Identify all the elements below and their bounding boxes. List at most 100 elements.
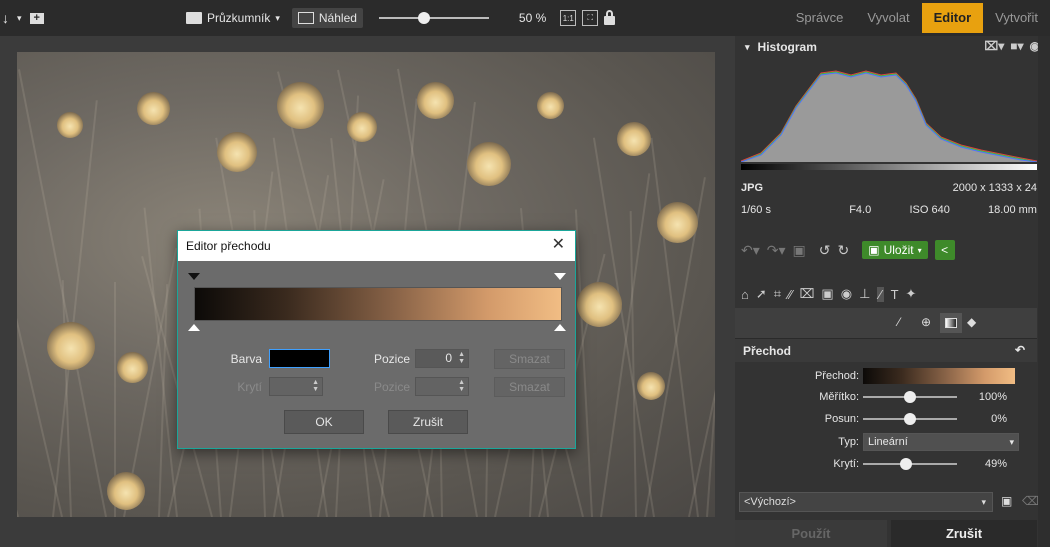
redo-icon[interactable]: ↷▾ (767, 242, 786, 259)
close-icon[interactable]: ✕ (552, 237, 565, 253)
gradient-swatch[interactable] (863, 368, 1015, 384)
position2-stepper[interactable]: ▲ ▼ (415, 377, 469, 396)
stepper-arrows-icon[interactable]: ▲ ▼ (312, 379, 319, 393)
cancel-button[interactable]: Zrušit (388, 410, 468, 434)
mask-icon[interactable]: ■▾ (1010, 39, 1023, 53)
chevron-down-icon: ▾ (275, 12, 280, 23)
eye-icon[interactable]: ◉ (841, 286, 852, 302)
perspective-icon[interactable]: ⁄⁄ (788, 287, 792, 302)
crop-display-icon[interactable]: ⌧▾ (984, 39, 1004, 53)
type-row: Typ: Lineární ▾ (735, 432, 1037, 452)
stepper-arrows-icon[interactable]: ▲ ▼ (458, 351, 465, 365)
position-stepper[interactable]: 0 ▲ ▼ (415, 349, 469, 368)
tab-editor[interactable]: Editor (921, 3, 984, 33)
import-arrow-icon[interactable]: ↓ (2, 10, 9, 26)
tab-vyvolat[interactable]: Vyvolat (855, 0, 921, 36)
thistle-flower (117, 352, 148, 383)
dropdown-arrow-icon[interactable]: ▾ (17, 13, 22, 24)
rotate-left-icon[interactable]: ↺ (819, 242, 831, 259)
actual-size-icon[interactable]: 1:1 (560, 10, 577, 26)
gradient-preview-bar[interactable] (194, 287, 562, 321)
scale-row: Měřítko: 100% (735, 387, 1037, 407)
gradient-tool-icon[interactable] (940, 313, 962, 333)
delete2-button[interactable]: Smazat (494, 377, 565, 397)
fit-screen-icon[interactable]: ⛶ (582, 10, 599, 26)
eraser-icon[interactable]: ◆ (967, 315, 976, 329)
tab-správce[interactable]: Správce (784, 0, 856, 36)
rotate-right-icon[interactable]: ↻ (838, 242, 850, 259)
crop-icon[interactable]: ⌗ (774, 286, 781, 302)
thistle-flower (347, 112, 377, 142)
zoom-label: 50 % (518, 11, 547, 25)
zoom-slider-knob[interactable] (418, 12, 431, 24)
slider-knob[interactable] (904, 391, 916, 403)
explorer-button[interactable]: Průzkumník ▾ (180, 8, 286, 28)
bottom-stop-right-marker[interactable] (554, 324, 566, 331)
image-meta-row1: JPG 2000 x 1333 x 24 (741, 182, 1037, 194)
floppy-icon: ▣ (868, 243, 880, 257)
thistle-flower (467, 142, 511, 186)
apply-button[interactable]: Použít (735, 520, 887, 547)
image-icon (297, 12, 314, 24)
bottom-stop-left-marker[interactable] (188, 324, 200, 331)
scale-slider[interactable] (863, 391, 957, 403)
opacity-row: Krytí: 49% (735, 454, 1037, 474)
color-label: Barva (230, 352, 262, 366)
preset-value: <Výchozí> (744, 496, 796, 508)
home-icon[interactable]: ⌂ (741, 287, 749, 302)
effects-icon[interactable]: ✦ (906, 286, 917, 302)
save-button[interactable]: ▣ Uložit ▾ (862, 241, 928, 259)
thistle-flower (277, 82, 324, 129)
straighten-icon[interactable]: ⊥ (859, 286, 870, 302)
reset-arrow-icon[interactable]: ↶ (1015, 343, 1025, 357)
zoom-slider[interactable] (378, 11, 489, 25)
shift-value: 0% (991, 413, 1007, 425)
undo-icon[interactable]: ↶▾ (741, 242, 760, 259)
preview-button[interactable]: Náhled (291, 8, 363, 28)
top-stop-right-marker[interactable] (554, 273, 566, 280)
frame-icon[interactable]: ⌧ (799, 286, 814, 302)
thistle-flower (217, 132, 257, 172)
delete-preset-icon[interactable]: ⌫ (1022, 494, 1039, 508)
share-button[interactable]: < (934, 240, 955, 260)
add-folder-icon[interactable]: + (29, 12, 44, 24)
gradient-brush-icon[interactable]: ⁄ (877, 286, 884, 302)
image-icon[interactable]: ▣ (793, 242, 806, 259)
gradient-row: Přechod: (735, 366, 1037, 386)
opacity-slider[interactable] (863, 458, 957, 470)
chevron-down-icon: ▾ (981, 496, 986, 507)
text-frame-icon[interactable]: ▣ (821, 286, 833, 302)
save-preset-icon[interactable]: ▣ (1001, 494, 1012, 508)
thistle-flower (57, 112, 83, 138)
opacity-label: Krytí (237, 380, 262, 394)
collapse-arrow-icon[interactable]: ▾ (745, 42, 750, 53)
position2-label: Pozice (373, 380, 410, 394)
ok-button[interactable]: OK (284, 410, 364, 434)
tab-vytvořit[interactable]: Vytvořit (983, 0, 1050, 36)
thistle-flower (417, 82, 454, 119)
eraser-bucket-icon[interactable]: ⊕ (921, 315, 931, 329)
grass-stroke (650, 137, 699, 517)
color-swatch[interactable] (269, 349, 330, 368)
shift-slider[interactable] (863, 413, 957, 425)
type-select[interactable]: Lineární ▾ (863, 433, 1019, 451)
slider-knob[interactable] (904, 413, 916, 425)
slider-knob[interactable] (899, 458, 912, 470)
edit-tools-row: ⌂ ➚ ⌗ ⁄⁄ ⌧ ▣ ◉ ⊥ ⁄ T ✦ (741, 286, 916, 302)
cancel-panel-button[interactable]: Zrušit (891, 520, 1037, 547)
delete-button[interactable]: Smazat (494, 349, 565, 369)
preset-select[interactable]: <Výchozí> ▾ (739, 492, 993, 512)
brush-icon[interactable]: ⁄ (898, 315, 900, 329)
opacity-stepper[interactable]: ▲ ▼ (269, 377, 323, 396)
top-stop-left-marker[interactable] (188, 273, 200, 280)
text-tool-icon[interactable]: T (891, 287, 899, 302)
shutter-text: 1/60 s (741, 204, 771, 216)
panel-scroll-edge[interactable] (1038, 36, 1050, 547)
toolbar-left: ↓ ▾ + (0, 0, 44, 36)
stepper-arrows-icon[interactable]: ▲ ▼ (458, 379, 465, 393)
grass-stroke (17, 323, 19, 517)
position-value: 0 (445, 351, 452, 365)
lock-icon[interactable] (604, 9, 616, 25)
histogram-header[interactable]: ▾ Histogram ⌧▾ ■▾ ◉ (735, 36, 1050, 58)
pointer-icon[interactable]: ➚ (756, 286, 767, 302)
